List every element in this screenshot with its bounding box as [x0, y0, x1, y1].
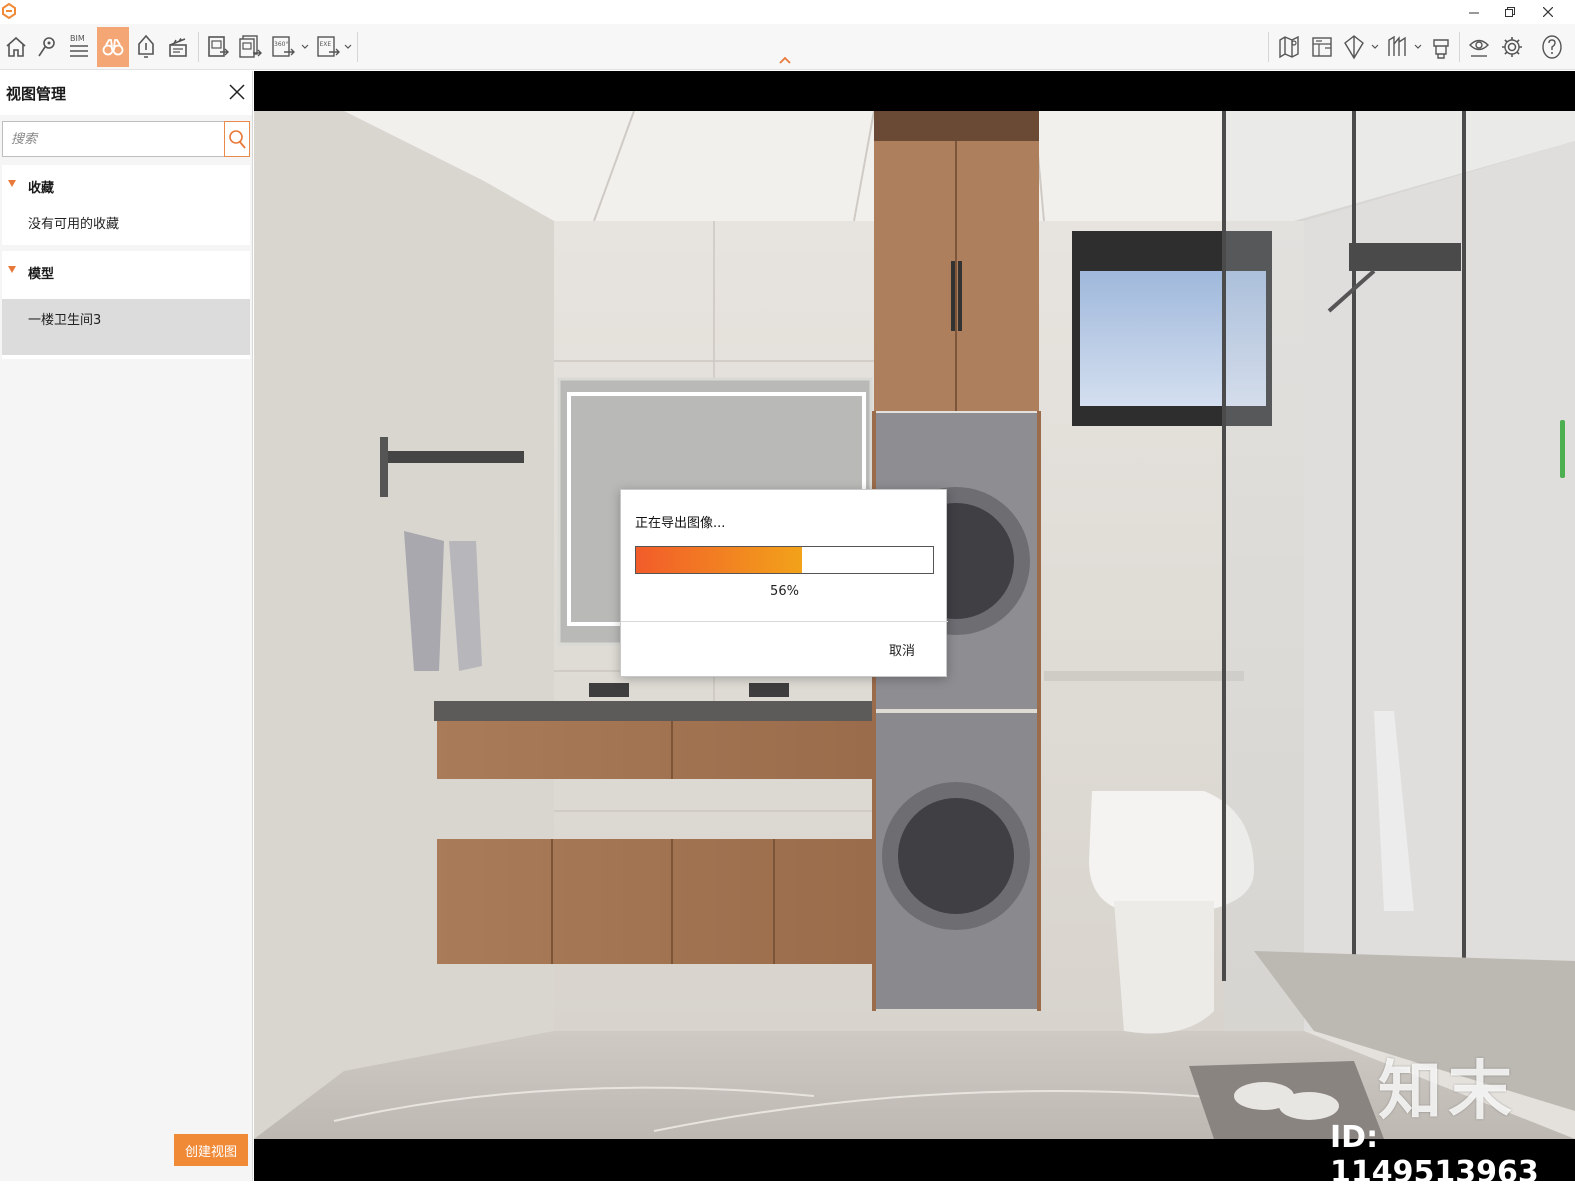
views-button[interactable]: [97, 27, 129, 67]
favorites-empty-text: 没有可用的收藏: [28, 217, 120, 232]
minimize-button[interactable]: [1456, 0, 1492, 24]
export-exe-button[interactable]: EXE: [313, 27, 345, 67]
map-icon: [1279, 35, 1299, 59]
panel-header: 视图管理: [0, 71, 252, 115]
export-batch-icon: [239, 35, 262, 58]
create-view-button[interactable]: 创建视图: [174, 1134, 248, 1166]
dialog-divider: [621, 621, 948, 622]
clapperboard-icon: [169, 38, 187, 57]
visibility-button[interactable]: [1463, 27, 1495, 67]
location-pin-icon: [38, 37, 55, 57]
export-360-icon: 360°: [272, 36, 295, 57]
chevron-up-icon[interactable]: [778, 55, 792, 65]
alert-button[interactable]: [130, 27, 162, 67]
measure-icon: [1388, 35, 1406, 56]
visibility-icon: [1469, 39, 1489, 57]
app-logo-icon: [2, 3, 16, 19]
settings-icon: [1502, 37, 1522, 57]
model-label: 模型: [28, 267, 55, 282]
watermark-brand: 知末: [1378, 1055, 1518, 1129]
restore-button[interactable]: [1492, 0, 1528, 24]
binoculars-icon: [102, 39, 124, 56]
layers-icon: [1433, 39, 1449, 59]
floorplan-icon: [1312, 37, 1332, 57]
home-icon: [6, 36, 26, 57]
favorites-header[interactable]: 收藏: [2, 165, 250, 205]
search-input[interactable]: [3, 122, 225, 156]
export-batch-button[interactable]: [234, 27, 266, 67]
home-button[interactable]: [0, 27, 32, 67]
animation-button[interactable]: [162, 27, 194, 67]
svg-text:EXE: EXE: [320, 41, 332, 48]
section-icon: [1344, 35, 1364, 60]
settings-button[interactable]: [1496, 27, 1528, 67]
progress-fill: [636, 547, 803, 573]
model-section: 模型 一楼卫生间3: [2, 251, 250, 359]
chevron-down-icon[interactable]: [300, 40, 310, 52]
search-box: [2, 121, 226, 157]
progress-percent: 56%: [770, 584, 799, 599]
layers-button[interactable]: [1425, 27, 1457, 67]
chevron-down-icon[interactable]: [1370, 40, 1380, 52]
dialog-title: 正在导出图像...: [635, 516, 726, 531]
progress-bar: [635, 546, 934, 574]
svg-text:BIM: BIM: [70, 34, 85, 43]
expand-triangle-icon: [8, 266, 16, 273]
search-icon: [229, 130, 246, 149]
cancel-button[interactable]: 取消: [889, 640, 915, 659]
close-icon: [1543, 7, 1553, 17]
measure-button[interactable]: [1381, 27, 1413, 67]
bell-icon: [138, 34, 154, 58]
view-manager-panel: 视图管理 收藏 没有可用的收藏 模型 一楼卫生间3 创建视图: [0, 71, 253, 1181]
watermark-id: ID: 1149513963: [1330, 1120, 1539, 1190]
panel-title: 视图管理: [6, 85, 67, 103]
title-bar: [0, 0, 1575, 24]
bim-icon: BIM: [70, 34, 88, 57]
close-icon[interactable]: [228, 83, 246, 101]
close-window-button[interactable]: [1530, 0, 1566, 24]
help-button[interactable]: [1536, 27, 1568, 67]
export-image-button[interactable]: [202, 27, 234, 67]
search-button[interactable]: [224, 121, 250, 157]
chevron-down-icon[interactable]: [343, 40, 353, 52]
svg-text:360°: 360°: [274, 41, 288, 48]
model-header[interactable]: 模型: [2, 251, 250, 291]
map-button[interactable]: [1273, 27, 1305, 67]
expand-triangle-icon: [8, 180, 16, 187]
help-icon: [1542, 35, 1562, 59]
bim-button[interactable]: BIM: [63, 27, 95, 67]
location-button[interactable]: [31, 27, 63, 67]
minimize-icon: [1469, 12, 1479, 14]
export-progress-dialog: 正在导出图像... 56% 取消: [620, 489, 948, 677]
scroll-indicator[interactable]: [1560, 420, 1565, 478]
floorplan-button[interactable]: [1306, 27, 1338, 67]
restore-icon: [1505, 7, 1515, 17]
export-exe-icon: EXE: [317, 36, 340, 57]
favorites-section: 收藏 没有可用的收藏: [2, 165, 250, 245]
export-360-button[interactable]: 360°: [268, 27, 300, 67]
favorites-label: 收藏: [28, 181, 55, 196]
view-list-item[interactable]: 一楼卫生间3: [2, 299, 250, 355]
chevron-down-icon[interactable]: [1413, 40, 1423, 52]
section-button[interactable]: [1338, 27, 1370, 67]
export-image-icon: [208, 36, 229, 57]
